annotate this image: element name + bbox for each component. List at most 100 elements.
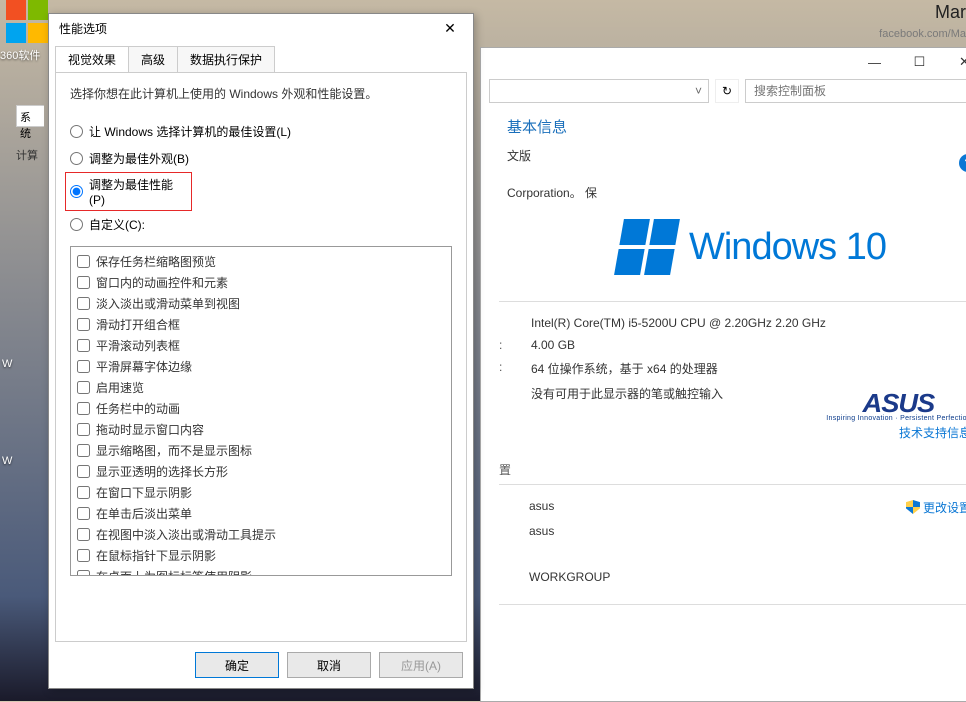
check-label: 窗口内的动画控件和元素 [96, 274, 228, 291]
radio-label: 调整为最佳外观(B) [89, 150, 189, 167]
control-panel-window: — ☐ ✕ ˅ ↻ ? 基本信息 文版 Corporation。 保 Windo… [480, 47, 966, 702]
windows10-logo: Windows 10 [619, 219, 966, 275]
check-input-6[interactable] [77, 381, 90, 394]
check-row-3[interactable]: 滑动打开组合框 [77, 314, 445, 335]
check-row-1[interactable]: 窗口内的动画控件和元素 [77, 272, 445, 293]
ok-button[interactable]: 确定 [195, 652, 279, 678]
check-input-12[interactable] [77, 507, 90, 520]
cp-search-input[interactable] [752, 83, 966, 99]
desktop-icon-windows[interactable] [6, 0, 54, 44]
cp-close-button[interactable]: ✕ [942, 49, 966, 75]
cancel-button[interactable]: 取消 [287, 652, 371, 678]
radio-input-best-performance[interactable] [70, 185, 83, 198]
cp-heading: 基本信息 [499, 106, 966, 147]
apply-button[interactable]: 应用(A) [379, 652, 463, 678]
check-row-12[interactable]: 在单击后淡出菜单 [77, 503, 445, 524]
windows10-text: Windows 10 [689, 226, 886, 269]
check-row-15[interactable]: 在桌面上为图标标签使用阴影 [77, 566, 445, 576]
check-label: 滑动打开组合框 [96, 316, 180, 333]
check-label: 在窗口下显示阴影 [96, 484, 192, 501]
cp-refresh-button[interactable]: ↻ [715, 79, 739, 103]
check-row-13[interactable]: 在视图中淡入淡出或滑动工具提示 [77, 524, 445, 545]
check-input-5[interactable] [77, 360, 90, 373]
pd-tabstrip: 视觉效果 高级 数据执行保护 [55, 46, 467, 72]
check-input-15[interactable] [77, 570, 90, 576]
cp-full-name: asus [499, 524, 966, 538]
check-row-4[interactable]: 平滑滚动列表框 [77, 335, 445, 356]
check-input-13[interactable] [77, 528, 90, 541]
check-input-3[interactable] [77, 318, 90, 331]
check-row-8[interactable]: 拖动时显示窗口内容 [77, 419, 445, 440]
highlight-box: 调整为最佳性能(P) [65, 172, 192, 211]
check-label: 显示亚透明的选择长方形 [96, 463, 228, 480]
cp-titlebar[interactable]: — ☐ ✕ [481, 48, 966, 76]
tab-dep[interactable]: 数据执行保护 [177, 46, 275, 72]
check-row-2[interactable]: 淡入淡出或滑动菜单到视图 [77, 293, 445, 314]
radio-input-let-windows[interactable] [70, 125, 83, 138]
cp-minimize-button[interactable]: — [852, 49, 897, 75]
bg-tab-label2: 计算 [16, 147, 38, 163]
check-input-4[interactable] [77, 339, 90, 352]
radio-custom[interactable]: 自定义(C): [70, 211, 452, 238]
check-row-5[interactable]: 平滑屏幕字体边缘 [77, 356, 445, 377]
check-label: 平滑屏幕字体边缘 [96, 358, 192, 375]
check-label: 在视图中淡入淡出或滑动工具提示 [96, 526, 276, 543]
win-logo-icon [6, 0, 50, 44]
bg-tab-label[interactable]: 系统 [16, 105, 44, 127]
check-row-6[interactable]: 启用速览 [77, 377, 445, 398]
check-row-9[interactable]: 显示缩略图，而不是显示图标 [77, 440, 445, 461]
check-row-10[interactable]: 显示亚透明的选择长方形 [77, 461, 445, 482]
cp-systype-value: 64 位操作系统，基于 x64 的处理器 [531, 360, 966, 377]
desktop-label-360: 360软件 [0, 47, 40, 63]
check-label: 在桌面上为图标标签使用阴影 [96, 568, 252, 576]
check-row-14[interactable]: 在鼠标指针下显示阴影 [77, 545, 445, 566]
tab-advanced[interactable]: 高级 [128, 46, 178, 72]
cp-copy-1: Corporation。 [507, 186, 582, 200]
cp-ram-value: 4.00 GB [531, 338, 966, 352]
desktop-label-w2: W [2, 455, 12, 467]
radio-label: 调整为最佳性能(P) [89, 176, 187, 207]
cp-cpu-value: Intel(R) Core(TM) i5-5200U CPU @ 2.20GHz… [531, 316, 966, 330]
cp-support-link[interactable]: 技术支持信息 [899, 426, 966, 440]
radio-label: 自定义(C): [89, 216, 145, 233]
radio-best-performance[interactable]: 调整为最佳性能(P) [70, 176, 187, 207]
cp-sect-tail: 置 [499, 463, 511, 477]
pd-close-button[interactable]: ✕ [431, 17, 469, 39]
radio-label: 让 Windows 选择计算机的最佳设置(L) [89, 123, 291, 140]
pd-checkbox-list[interactable]: 保存任务栏缩略图预览窗口内的动画控件和元素淡入淡出或滑动菜单到视图滑动打开组合框… [70, 246, 452, 576]
corner-title: Mar [935, 2, 966, 23]
check-input-11[interactable] [77, 486, 90, 499]
check-label: 淡入淡出或滑动菜单到视图 [96, 295, 240, 312]
pd-titlebar[interactable]: 性能选项 ✕ [49, 14, 473, 42]
cp-change-settings-link[interactable]: 更改设置 [923, 501, 966, 515]
check-input-14[interactable] [77, 549, 90, 562]
check-input-0[interactable] [77, 255, 90, 268]
radio-input-custom[interactable] [70, 218, 83, 231]
radio-input-best-appearance[interactable] [70, 152, 83, 165]
check-row-11[interactable]: 在窗口下显示阴影 [77, 482, 445, 503]
check-input-1[interactable] [77, 276, 90, 289]
radio-let-windows[interactable]: 让 Windows 选择计算机的最佳设置(L) [70, 118, 452, 145]
radio-best-appearance[interactable]: 调整为最佳外观(B) [70, 145, 452, 172]
check-label: 拖动时显示窗口内容 [96, 421, 204, 438]
check-input-2[interactable] [77, 297, 90, 310]
check-row-7[interactable]: 任务栏中的动画 [77, 398, 445, 419]
cp-ed-suffix: 文版 [507, 149, 531, 163]
check-row-0[interactable]: 保存任务栏缩略图预览 [77, 251, 445, 272]
cp-address-bar: ˅ ↻ [481, 76, 966, 106]
check-input-7[interactable] [77, 402, 90, 415]
cp-maximize-button[interactable]: ☐ [897, 49, 942, 75]
check-input-10[interactable] [77, 465, 90, 478]
pd-title: 性能选项 [59, 20, 107, 37]
tab-visual-effects[interactable]: 视觉效果 [55, 46, 129, 72]
performance-options-dialog: 性能选项 ✕ 视觉效果 高级 数据执行保护 选择你想在此计算机上使用的 Wind… [48, 13, 474, 689]
check-input-9[interactable] [77, 444, 90, 457]
check-label: 保存任务栏缩略图预览 [96, 253, 216, 270]
cp-search-box[interactable] [745, 79, 966, 103]
check-label: 任务栏中的动画 [96, 400, 180, 417]
check-label: 启用速览 [96, 379, 144, 396]
cp-path-box[interactable]: ˅ [489, 79, 709, 103]
shield-icon [906, 500, 920, 514]
cp-workgroup: WORKGROUP [499, 570, 966, 584]
check-input-8[interactable] [77, 423, 90, 436]
